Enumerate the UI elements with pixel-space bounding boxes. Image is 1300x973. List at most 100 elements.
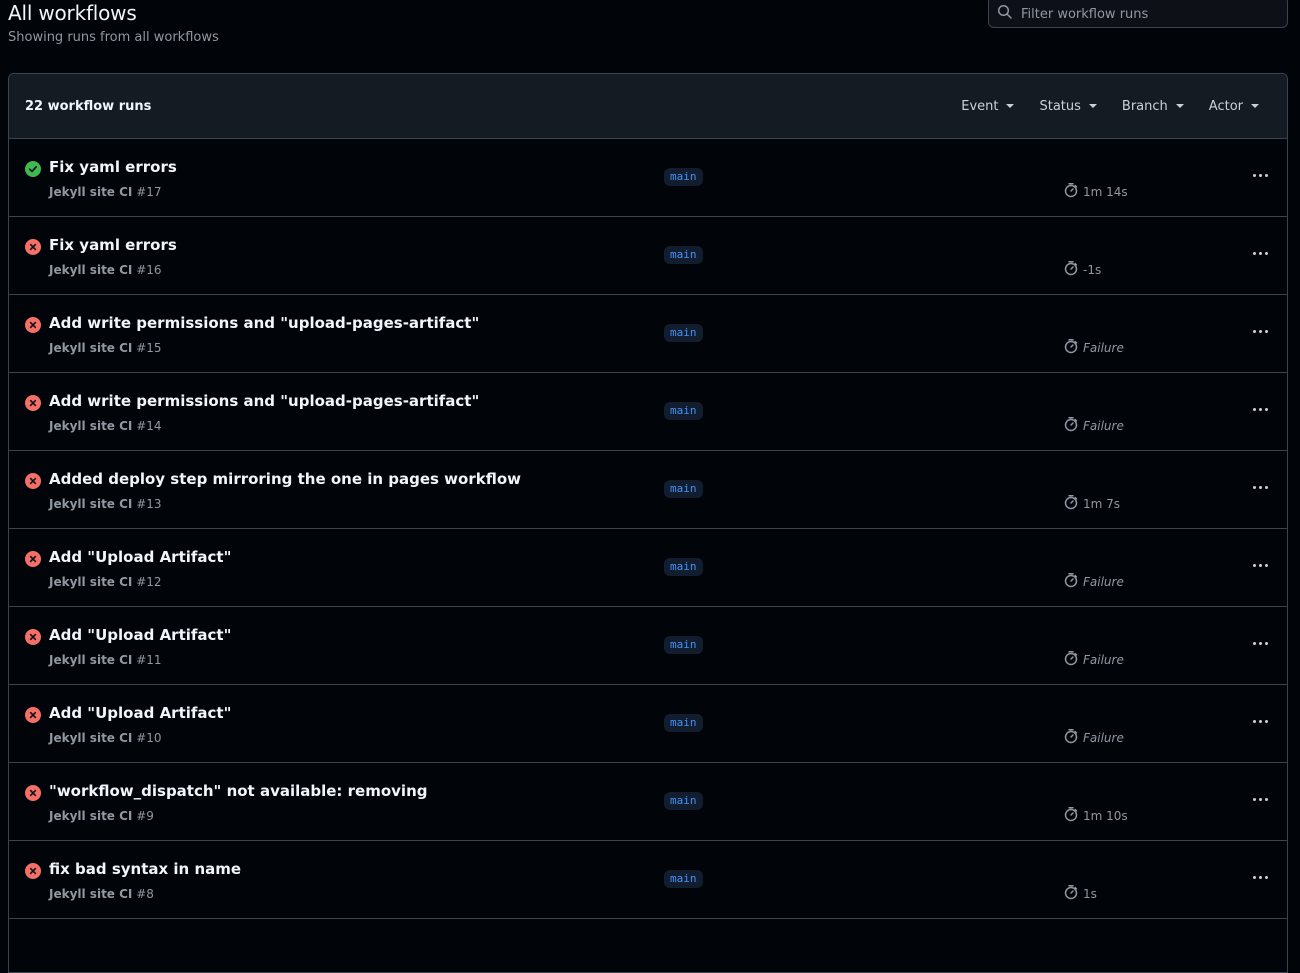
- kebab-dot: [1264, 407, 1268, 411]
- workflow-run-row[interactable]: Add "Upload Artifact" Jekyll site CI #10…: [9, 685, 1287, 763]
- x-circle-icon: [25, 551, 41, 567]
- filter-runs-field[interactable]: [988, 0, 1288, 28]
- workflow-name: Jekyll site CI: [49, 419, 133, 433]
- run-title-link[interactable]: Fix yaml errors: [49, 158, 177, 176]
- run-meta: Jekyll site CI #10: [49, 731, 162, 745]
- kebab-dot: [1252, 173, 1256, 177]
- workflow-name: Jekyll site CI: [49, 185, 133, 199]
- workflow-run-row[interactable]: Added deploy step mirroring the one in p…: [9, 451, 1287, 529]
- run-title-link[interactable]: Add "Upload Artifact": [49, 704, 231, 722]
- kebab-dot: [1264, 173, 1268, 177]
- workflow-run-row[interactable]: fix bad syntax in name Jekyll site CI #8…: [9, 841, 1287, 919]
- branch-filter-dropdown[interactable]: Branch: [1122, 99, 1184, 114]
- kebab-dot: [1252, 641, 1256, 645]
- status-filter-dropdown[interactable]: Status: [1039, 99, 1097, 114]
- kebab-dot: [1258, 563, 1262, 567]
- branch-label[interactable]: main: [664, 636, 703, 654]
- actor-filter-dropdown[interactable]: Actor: [1209, 99, 1259, 114]
- kebab-dot: [1252, 875, 1256, 879]
- run-title-link[interactable]: fix bad syntax in name: [49, 860, 241, 878]
- more-options-button[interactable]: [1247, 321, 1273, 341]
- x-circle-icon: [25, 473, 41, 489]
- workflow-name: Jekyll site CI: [49, 809, 133, 823]
- workflow-run-row[interactable]: Add write permissions and "upload-pages-…: [9, 295, 1287, 373]
- run-title-link[interactable]: "workflow_dispatch" not available: remov…: [49, 782, 428, 800]
- duration-text: Failure: [1083, 574, 1124, 589]
- more-options-button[interactable]: [1247, 477, 1273, 497]
- run-meta: Jekyll site CI #8: [49, 887, 154, 901]
- caret-down-icon: [1175, 104, 1184, 108]
- more-options-button[interactable]: [1247, 399, 1273, 419]
- caret-down-icon: [1088, 104, 1097, 108]
- workflow-run-row[interactable]: Fix yaml errors Jekyll site CI #16 main …: [9, 217, 1287, 295]
- x-circle-icon: [25, 707, 41, 723]
- duration-text: Failure: [1083, 652, 1124, 667]
- branch-label[interactable]: main: [664, 792, 703, 810]
- branch-label[interactable]: main: [664, 324, 703, 342]
- branch-label[interactable]: main: [664, 246, 703, 264]
- run-meta: Jekyll site CI #11: [49, 653, 162, 667]
- run-meta: Jekyll site CI #9: [49, 809, 154, 823]
- more-options-button[interactable]: [1247, 555, 1273, 575]
- duration-text: Failure: [1083, 730, 1124, 745]
- more-options-button[interactable]: [1247, 711, 1273, 731]
- caret-down-icon: [1006, 104, 1015, 108]
- duration-text: 1m 10s: [1083, 808, 1128, 823]
- branch-label[interactable]: main: [664, 714, 703, 732]
- x-circle-icon: [25, 239, 41, 255]
- stopwatch-icon: [1063, 806, 1083, 825]
- kebab-dot: [1258, 875, 1262, 879]
- run-number: #17: [136, 185, 162, 199]
- workflow-run-row[interactable]: Add write permissions and "upload-pages-…: [9, 373, 1287, 451]
- workflow-name: Jekyll site CI: [49, 887, 133, 901]
- actor-filter-label: Actor: [1208, 98, 1243, 114]
- stopwatch-icon: [1063, 182, 1083, 201]
- run-meta: Jekyll site CI #16: [49, 263, 162, 277]
- branch-label[interactable]: main: [664, 870, 703, 888]
- run-count: 22 workflow runs: [25, 98, 152, 114]
- run-meta: Jekyll site CI #15: [49, 341, 162, 355]
- kebab-dot: [1252, 797, 1256, 801]
- workflow-runs-list: 22 workflow runs Event Status Branch Act…: [8, 73, 1288, 973]
- branch-label[interactable]: main: [664, 168, 703, 186]
- more-options-button[interactable]: [1247, 633, 1273, 653]
- kebab-dot: [1252, 251, 1256, 255]
- branch-label[interactable]: main: [664, 558, 703, 576]
- more-options-button[interactable]: [1247, 243, 1273, 263]
- run-title-link[interactable]: Added deploy step mirroring the one in p…: [49, 470, 521, 488]
- x-circle-icon: [25, 629, 41, 645]
- event-filter-label: Event: [961, 98, 999, 114]
- branch-label[interactable]: main: [664, 480, 703, 498]
- kebab-dot: [1258, 251, 1262, 255]
- workflow-run-row[interactable]: "workflow_dispatch" not available: remov…: [9, 763, 1287, 841]
- workflow-run-row[interactable]: Fix yaml errors Jekyll site CI #17 main …: [9, 139, 1287, 217]
- run-title-link[interactable]: Add write permissions and "upload-pages-…: [49, 314, 479, 332]
- kebab-dot: [1252, 719, 1256, 723]
- run-number: #9: [136, 809, 154, 823]
- workflow-run-row[interactable]: Add "Upload Artifact" Jekyll site CI #11…: [9, 607, 1287, 685]
- kebab-dot: [1252, 563, 1256, 567]
- x-circle-icon: [25, 317, 41, 333]
- run-title-link[interactable]: Add write permissions and "upload-pages-…: [49, 392, 479, 410]
- branch-label[interactable]: main: [664, 402, 703, 420]
- run-title-link[interactable]: Add "Upload Artifact": [49, 626, 231, 644]
- run-duration: 1s: [1063, 884, 1097, 903]
- event-filter-dropdown[interactable]: Event: [961, 98, 1015, 114]
- more-options-button[interactable]: [1247, 165, 1273, 185]
- kebab-dot: [1252, 485, 1256, 489]
- duration-text: 1m 14s: [1083, 184, 1128, 199]
- run-title-link[interactable]: Fix yaml errors: [49, 236, 177, 254]
- run-duration: 1m 7s: [1063, 494, 1120, 513]
- more-options-button[interactable]: [1247, 789, 1273, 809]
- run-meta: Jekyll site CI #17: [49, 185, 162, 199]
- page-subtitle: Showing runs from all workflows: [8, 30, 219, 45]
- run-duration: -1s: [1063, 260, 1101, 279]
- duration-text: Failure: [1083, 418, 1124, 433]
- workflow-run-row[interactable]: Add "Upload Artifact" Jekyll site CI #12…: [9, 529, 1287, 607]
- run-duration: 1m 10s: [1063, 806, 1128, 825]
- run-number: #10: [136, 731, 162, 745]
- run-title-link[interactable]: Add "Upload Artifact": [49, 548, 231, 566]
- run-number: #11: [136, 653, 162, 667]
- more-options-button[interactable]: [1247, 867, 1273, 887]
- filter-runs-input[interactable]: [1021, 6, 1271, 22]
